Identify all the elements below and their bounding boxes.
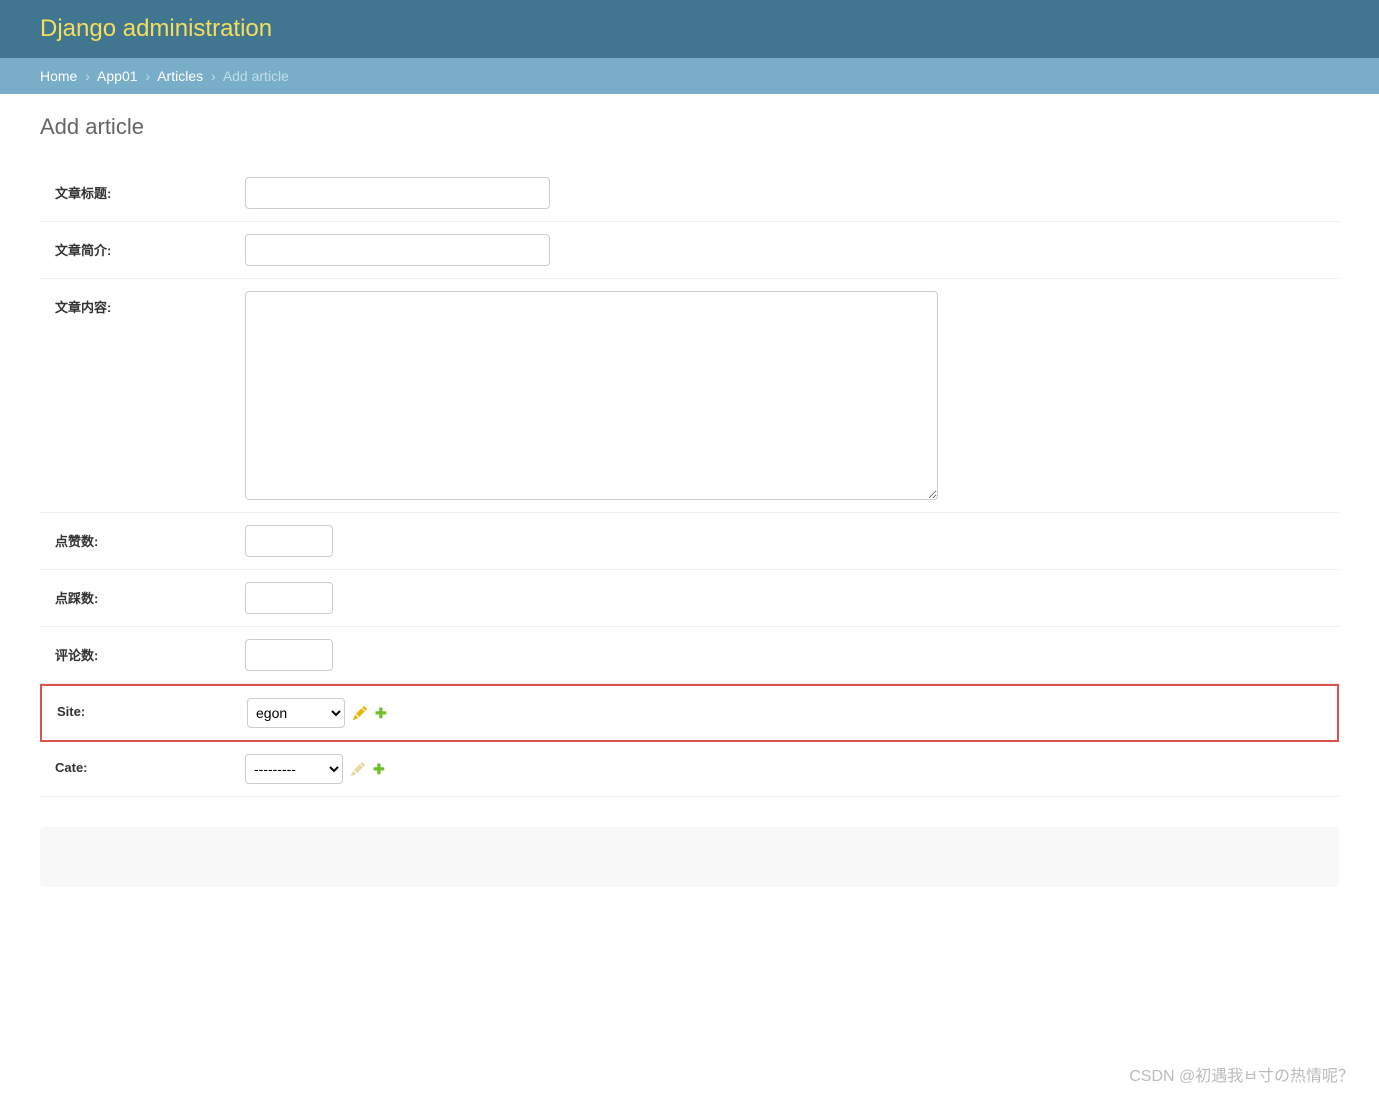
field-row-site: Site: egon ✚ xyxy=(40,684,1339,742)
field-label-cate: Cate: xyxy=(55,754,245,775)
up-num-input[interactable] xyxy=(245,525,333,557)
site-widget: egon ✚ xyxy=(247,698,387,728)
cate-select[interactable]: --------- xyxy=(245,754,343,784)
field-label-site: Site: xyxy=(57,698,247,719)
plus-icon: ✚ xyxy=(375,705,387,722)
comment-num-input[interactable] xyxy=(245,639,333,671)
desc-input[interactable] xyxy=(245,234,550,266)
pencil-icon xyxy=(353,706,367,720)
watermark: CSDN @初遇我ㅂ寸の热情呢？ xyxy=(1129,1062,1354,1086)
field-row-title: 文章标题: xyxy=(40,165,1339,222)
field-row-desc: 文章简介: xyxy=(40,222,1339,279)
breadcrumb-home[interactable]: Home xyxy=(40,68,77,84)
plus-icon: ✚ xyxy=(373,761,385,778)
field-row-down-num: 点踩数: xyxy=(40,570,1339,627)
field-label-comment-num: 评论数: xyxy=(55,639,245,664)
breadcrumb-separator: › xyxy=(85,68,90,84)
content-input[interactable] xyxy=(245,291,938,500)
add-cate-button[interactable]: ✚ xyxy=(373,761,385,778)
field-label-title: 文章标题: xyxy=(55,177,245,202)
breadcrumb-separator: › xyxy=(211,68,216,84)
breadcrumb-current: Add article xyxy=(223,68,289,84)
field-row-comment-num: 评论数: xyxy=(40,627,1339,684)
submit-row xyxy=(40,827,1339,887)
breadcrumb: Home › App01 › Articles › Add article xyxy=(0,58,1379,94)
site-select[interactable]: egon xyxy=(247,698,345,728)
field-row-content: 文章内容: xyxy=(40,279,1339,513)
field-label-up-num: 点赞数: xyxy=(55,525,245,550)
site-title: Django administration xyxy=(40,15,1339,43)
field-label-down-num: 点踩数: xyxy=(55,582,245,607)
edit-cate-button[interactable] xyxy=(351,762,365,776)
down-num-input[interactable] xyxy=(245,582,333,614)
page-title: Add article xyxy=(40,114,1339,140)
field-row-up-num: 点赞数: xyxy=(40,513,1339,570)
title-input[interactable] xyxy=(245,177,550,209)
edit-site-button[interactable] xyxy=(353,706,367,720)
breadcrumb-app[interactable]: App01 xyxy=(97,68,137,84)
field-row-cate: Cate: --------- ✚ xyxy=(40,742,1339,797)
add-site-button[interactable]: ✚ xyxy=(375,705,387,722)
cate-widget: --------- ✚ xyxy=(245,754,385,784)
field-label-desc: 文章简介: xyxy=(55,234,245,259)
breadcrumb-separator: › xyxy=(145,68,150,84)
header: Django administration xyxy=(0,0,1379,58)
breadcrumb-model[interactable]: Articles xyxy=(157,68,203,84)
field-label-content: 文章内容: xyxy=(55,291,245,316)
pencil-icon xyxy=(351,762,365,776)
content: Add article 文章标题: 文章简介: 文章内容: 点赞数: 点踩数: … xyxy=(0,94,1379,907)
